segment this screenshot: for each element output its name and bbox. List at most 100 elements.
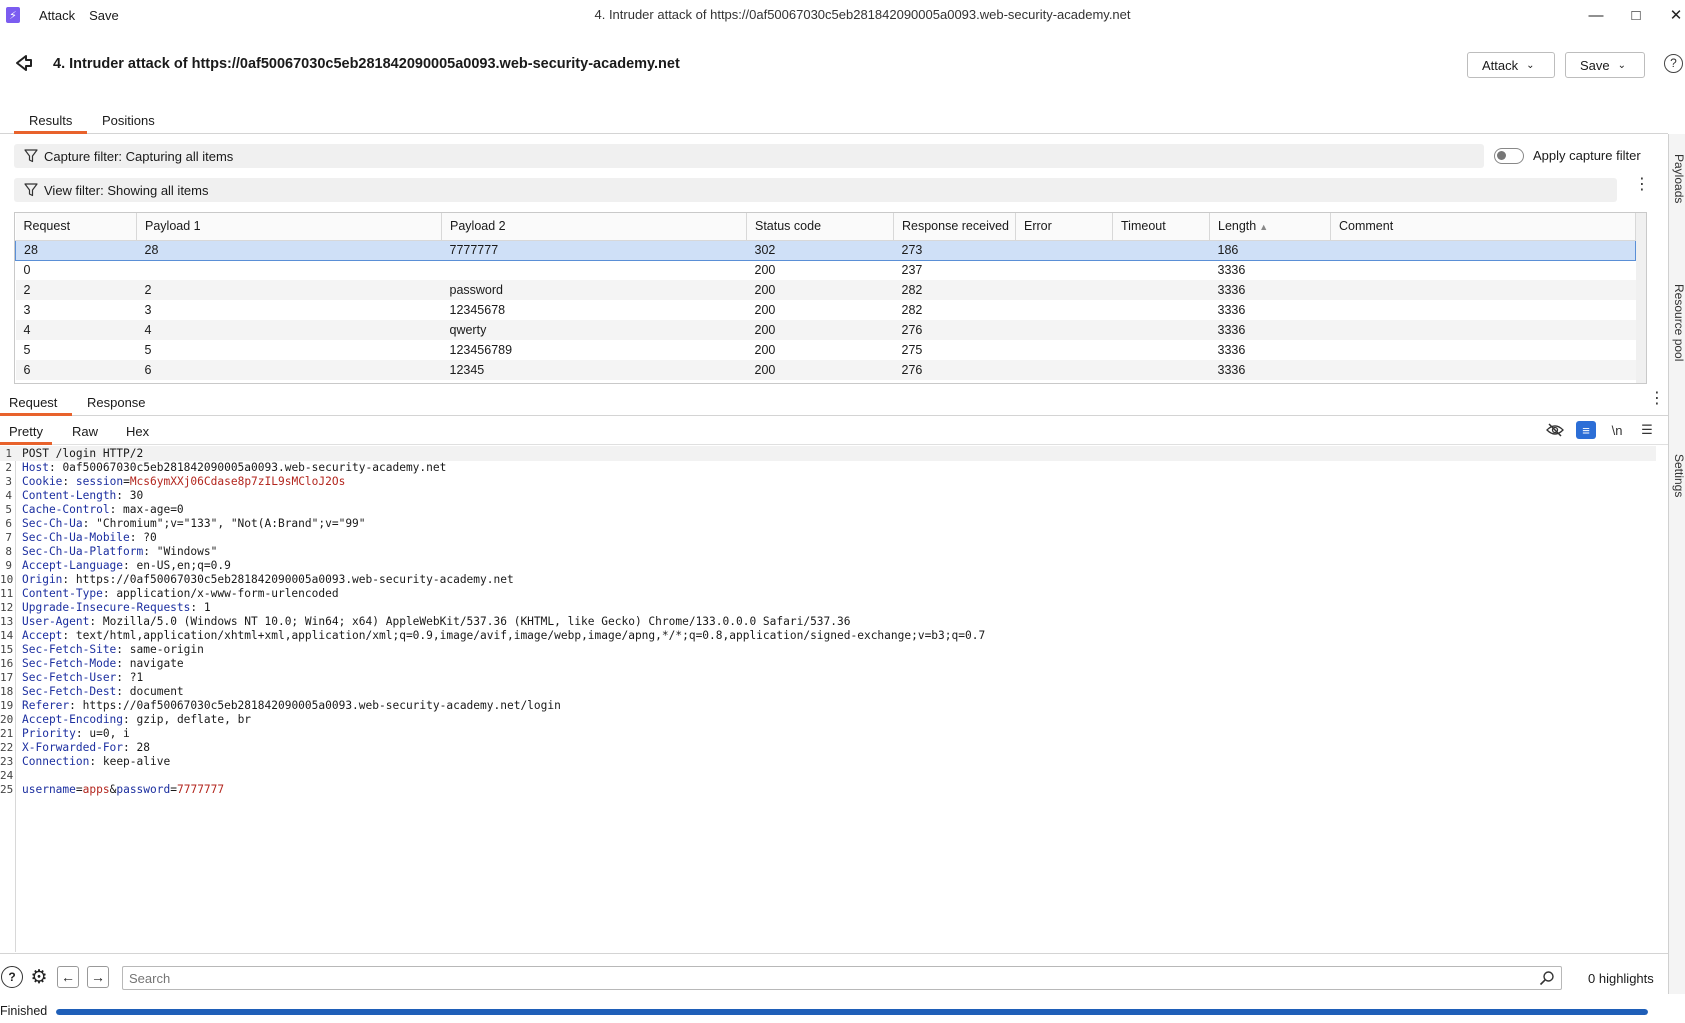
arrow-left-icon[interactable]: ← xyxy=(57,966,79,988)
chevron-down-icon: ⌄ xyxy=(1617,59,1627,71)
header-colon: : xyxy=(75,727,90,740)
line-number: 25 xyxy=(0,783,14,796)
table-cell xyxy=(442,260,747,280)
editor-line: 2 Host: 0af50067030c5eb281842090005a0093.… xyxy=(0,460,1656,475)
tab-positions[interactable]: Positions xyxy=(102,113,155,128)
tab-pretty[interactable]: Pretty xyxy=(9,424,43,439)
table-row[interactable]: 6 6 12345 200 276 3336 xyxy=(15,360,1636,380)
apply-capture-filter-toggle[interactable] xyxy=(1494,148,1524,164)
header-name: Priority xyxy=(22,727,76,740)
attack-header: 4. Intruder attack of https://0af5006703… xyxy=(0,30,1685,102)
highlights-count: 0 highlights xyxy=(1588,971,1654,986)
header-name: Referer xyxy=(22,699,70,712)
column-header-label: Request xyxy=(23,219,71,234)
header-colon: : xyxy=(116,489,130,502)
line-number: 14 xyxy=(0,629,14,642)
attack-button[interactable]: Attack ⌄ xyxy=(1467,52,1555,78)
table-cell: 200 xyxy=(754,263,776,278)
table-cell: 276 xyxy=(893,360,1016,380)
newline-toggle[interactable]: \n xyxy=(1607,421,1627,439)
line-number: 18 xyxy=(0,685,14,698)
attack-button-label: Attack xyxy=(1482,57,1519,73)
hide-nonprintable-icon[interactable] xyxy=(1545,421,1565,439)
header-value: document xyxy=(129,685,184,698)
column-header[interactable]: Response received xyxy=(893,213,1016,241)
header-value: ?1 xyxy=(129,671,144,684)
table-cell: 6 xyxy=(15,360,137,380)
tab-hex[interactable]: Hex xyxy=(126,424,149,439)
line-code: Accept-Language: en-US,en;q=0.9 xyxy=(22,558,231,573)
chevron-down-icon: ⌄ xyxy=(1526,59,1535,71)
table-row[interactable]: 3 3 12345678 200 282 3336 xyxy=(16,300,1636,320)
save-button[interactable]: Save ⌄ xyxy=(1565,52,1645,78)
column-header[interactable]: Request xyxy=(15,213,137,241)
table-scrollbar[interactable] xyxy=(1636,213,1646,383)
table-cell: 3336 xyxy=(1209,280,1331,300)
arrow-right-icon[interactable]: → xyxy=(87,966,109,988)
side-tab-payloads[interactable]: Payloads xyxy=(1672,154,1685,203)
table-row[interactable]: 5 5 123456789 200 275 3336 xyxy=(16,340,1636,360)
header-name: X-Forwarded-For xyxy=(22,741,124,754)
table-row[interactable]: 4 4 qwerty 200 276 3336 xyxy=(15,320,1636,340)
table-cell xyxy=(1330,239,1636,261)
maximize-icon[interactable]: □ xyxy=(1614,0,1658,30)
word-wrap-icon[interactable]: ≡ xyxy=(1576,421,1596,439)
header-colon: : xyxy=(48,461,63,474)
minimize-icon[interactable]: — xyxy=(1574,0,1618,30)
search-icon[interactable] xyxy=(1539,970,1555,986)
menu-attack[interactable]: Attack xyxy=(39,8,75,23)
column-header[interactable]: Error xyxy=(1015,213,1113,241)
editor-line: 11 Content-Type: application/x-www-form-u… xyxy=(0,586,1656,601)
table-cell: 4 xyxy=(15,320,137,340)
message-options-icon[interactable]: ⋮ xyxy=(1649,391,1665,407)
search-input[interactable] xyxy=(122,966,1562,990)
view-filter-bar[interactable]: View filter: Showing all items xyxy=(14,178,1617,202)
table-cell xyxy=(1113,340,1210,360)
header-colon: : xyxy=(109,503,124,516)
line-number: 13 xyxy=(0,615,14,628)
table-cell: 12345678 xyxy=(449,303,506,317)
column-header[interactable]: Length ▲ xyxy=(1209,213,1331,241)
header-name: Sec-Fetch-Dest xyxy=(22,685,117,698)
tab-results[interactable]: Results xyxy=(29,113,72,128)
line-number: 12 xyxy=(0,601,14,614)
help-icon[interactable]: ? xyxy=(1664,54,1683,73)
column-header[interactable]: Payload 1 xyxy=(136,213,442,241)
header-name: Content-Length xyxy=(22,489,117,502)
editor-line: 24 xyxy=(0,768,1656,783)
intruder-back-icon[interactable] xyxy=(14,54,34,72)
header-name: Accept-Language xyxy=(22,559,124,572)
menu-save[interactable]: Save xyxy=(89,8,119,23)
table-options-icon[interactable]: ⋮ xyxy=(1634,177,1650,193)
capture-filter-bar[interactable]: Capture filter: Capturing all items xyxy=(14,144,1484,168)
table-row[interactable]: 0 200 237 3336 xyxy=(16,260,1636,280)
column-header[interactable]: Status code xyxy=(746,213,894,241)
side-tab-resource-pool[interactable]: Resource pool xyxy=(1672,284,1685,361)
table-cell: 275 xyxy=(901,343,923,357)
menu-icon[interactable]: ☰ xyxy=(1637,421,1657,439)
column-header[interactable]: Timeout xyxy=(1112,213,1210,241)
tab-request[interactable]: Request xyxy=(9,395,57,410)
line-code: Content-Type: application/x-www-form-url… xyxy=(22,586,339,601)
table-cell xyxy=(1331,300,1636,320)
tab-raw[interactable]: Raw xyxy=(72,424,98,439)
header-colon: : xyxy=(102,587,117,600)
tab-response[interactable]: Response xyxy=(87,395,146,410)
column-header[interactable]: Payload 2 xyxy=(441,213,747,241)
table-cell: 3 xyxy=(144,303,152,317)
table-cell: 5 xyxy=(23,343,31,357)
table-cell xyxy=(1015,239,1113,261)
side-tab-settings[interactable]: Settings xyxy=(1672,454,1685,497)
close-icon[interactable]: ✕ xyxy=(1654,0,1685,30)
line-code: Content-Length: 30 xyxy=(22,488,143,503)
header-name: Accept-Encoding xyxy=(22,713,124,726)
column-header[interactable]: Comment xyxy=(1330,213,1636,241)
save-button-label: Save xyxy=(1580,57,1610,73)
request-editor[interactable]: 1 POST /login HTTP/2 2 Host: 0af50067030c5e… xyxy=(0,446,1656,952)
view-mode-tabs: Pretty Raw Hex ≡ \n ☰ xyxy=(0,416,1668,445)
table-row[interactable]: 28 28 7777777 302 273 186 xyxy=(15,239,1636,261)
help-icon[interactable]: ? xyxy=(1,966,23,988)
gear-icon[interactable]: ⚙ xyxy=(28,966,50,988)
line-number: 15 xyxy=(0,643,14,656)
table-row[interactable]: 2 2 password 200 282 3336 xyxy=(15,280,1636,300)
